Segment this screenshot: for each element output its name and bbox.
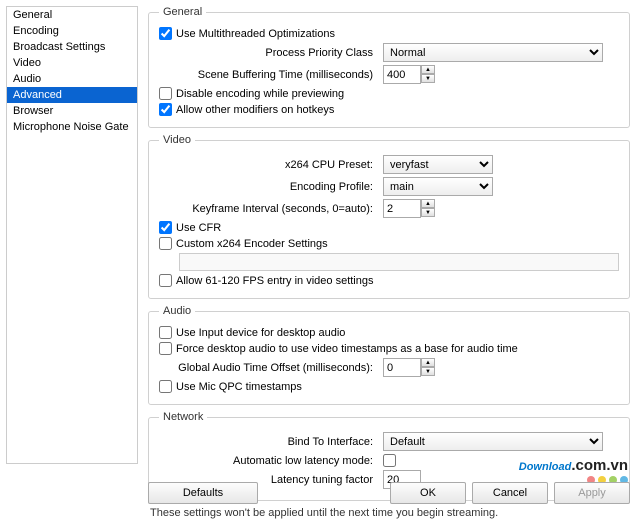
custom-x264-label: Custom x264 Encoder Settings bbox=[176, 238, 328, 250]
buffer-down-icon[interactable]: ▼ bbox=[421, 74, 435, 83]
profile-label: Encoding Profile: bbox=[159, 181, 379, 193]
defaults-button[interactable]: Defaults bbox=[148, 482, 258, 504]
settings-sidebar: General Encoding Broadcast Settings Vide… bbox=[6, 6, 138, 464]
sidebar-item-mic-noise-gate[interactable]: Microphone Noise Gate bbox=[7, 119, 137, 135]
force-ts-checkbox[interactable] bbox=[159, 342, 172, 355]
qpc-label: Use Mic QPC timestamps bbox=[176, 381, 302, 393]
lowlat-checkbox[interactable] bbox=[383, 454, 396, 467]
custom-x264-checkbox[interactable] bbox=[159, 237, 172, 250]
cancel-button[interactable]: Cancel bbox=[472, 482, 548, 504]
allow-fps-checkbox[interactable] bbox=[159, 274, 172, 287]
video-legend: Video bbox=[159, 134, 195, 146]
bind-select[interactable]: Default bbox=[383, 432, 603, 451]
disable-preview-label: Disable encoding while previewing bbox=[176, 88, 344, 100]
video-group: Video x264 CPU Preset: veryfast Encoding … bbox=[148, 134, 630, 299]
input-desktop-label: Use Input device for desktop audio bbox=[176, 327, 345, 339]
custom-x264-input[interactable] bbox=[179, 253, 619, 271]
force-ts-label: Force desktop audio to use video timesta… bbox=[176, 343, 518, 355]
sidebar-item-encoding[interactable]: Encoding bbox=[7, 23, 137, 39]
allow-modifiers-label: Allow other modifiers on hotkeys bbox=[176, 104, 334, 116]
ok-button[interactable]: OK bbox=[390, 482, 466, 504]
sidebar-item-audio[interactable]: Audio bbox=[7, 71, 137, 87]
multithread-checkbox[interactable] bbox=[159, 27, 172, 40]
general-group: General Use Multithreaded Optimizations … bbox=[148, 6, 630, 128]
offset-down-icon[interactable]: ▼ bbox=[421, 367, 435, 376]
sidebar-item-browser[interactable]: Browser bbox=[7, 103, 137, 119]
profile-select[interactable]: main bbox=[383, 177, 493, 196]
bind-label: Bind To Interface: bbox=[159, 436, 379, 448]
audio-legend: Audio bbox=[159, 305, 195, 317]
content-panel: General Use Multithreaded Optimizations … bbox=[144, 6, 634, 464]
audio-group: Audio Use Input device for desktop audio… bbox=[148, 305, 630, 405]
cfr-checkbox[interactable] bbox=[159, 221, 172, 234]
cfr-label: Use CFR bbox=[176, 222, 221, 234]
sidebar-item-video[interactable]: Video bbox=[7, 55, 137, 71]
input-desktop-checkbox[interactable] bbox=[159, 326, 172, 339]
keyframe-up-icon[interactable]: ▲ bbox=[421, 199, 435, 208]
allow-modifiers-checkbox[interactable] bbox=[159, 103, 172, 116]
priority-select[interactable]: Normal bbox=[383, 43, 603, 62]
sidebar-item-general[interactable]: General bbox=[7, 7, 137, 23]
apply-note: These settings won't be applied until th… bbox=[150, 507, 628, 519]
keyframe-down-icon[interactable]: ▼ bbox=[421, 208, 435, 217]
offset-up-icon[interactable]: ▲ bbox=[421, 358, 435, 367]
keyframe-input[interactable] bbox=[383, 199, 421, 218]
allow-fps-label: Allow 61-120 FPS entry in video settings bbox=[176, 275, 374, 287]
disable-preview-checkbox[interactable] bbox=[159, 87, 172, 100]
buffer-label: Scene Buffering Time (milliseconds) bbox=[159, 69, 379, 81]
multithread-label: Use Multithreaded Optimizations bbox=[176, 28, 335, 40]
sidebar-item-broadcast[interactable]: Broadcast Settings bbox=[7, 39, 137, 55]
lowlat-label: Automatic low latency mode: bbox=[159, 455, 379, 467]
buffer-up-icon[interactable]: ▲ bbox=[421, 65, 435, 74]
offset-input[interactable] bbox=[383, 358, 421, 377]
qpc-checkbox[interactable] bbox=[159, 380, 172, 393]
sidebar-item-advanced[interactable]: Advanced bbox=[7, 87, 137, 103]
apply-button[interactable]: Apply bbox=[554, 482, 630, 504]
buffer-input[interactable] bbox=[383, 65, 421, 84]
preset-select[interactable]: veryfast bbox=[383, 155, 493, 174]
general-legend: General bbox=[159, 6, 206, 18]
preset-label: x264 CPU Preset: bbox=[159, 159, 379, 171]
offset-label: Global Audio Time Offset (milliseconds): bbox=[159, 362, 379, 374]
keyframe-label: Keyframe Interval (seconds, 0=auto): bbox=[159, 203, 379, 215]
priority-label: Process Priority Class bbox=[159, 47, 379, 59]
network-legend: Network bbox=[159, 411, 207, 423]
footer-buttons: Defaults OK Cancel Apply bbox=[0, 482, 640, 504]
